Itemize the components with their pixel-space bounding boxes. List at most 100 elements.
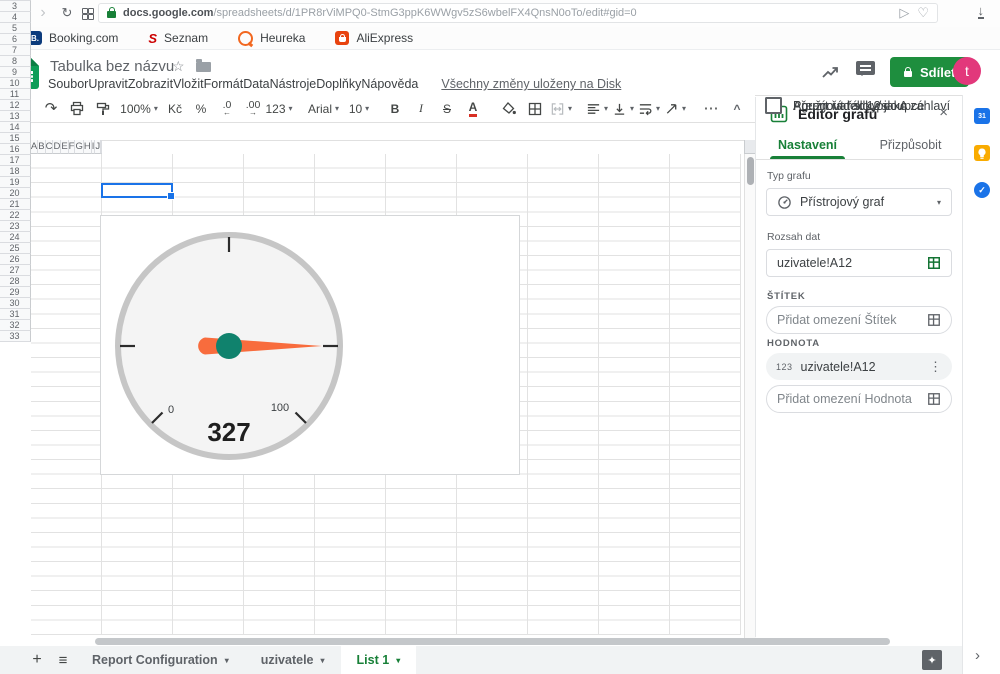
redo-button[interactable]: ↷ [38, 98, 64, 120]
panel-tab[interactable]: NastaveníPřizpůsobit [756, 131, 962, 159]
vertical-scrollbar-thumb[interactable] [747, 157, 754, 185]
avatar[interactable]: t [953, 57, 981, 85]
menu-item[interactable]: Nástroje [270, 77, 317, 91]
address-bar[interactable]: docs.google.com/spreadsheets/d/1PR8rViMP… [98, 3, 938, 23]
star-icon[interactable]: ☆ [172, 58, 185, 75]
column-header[interactable]: B [38, 140, 45, 154]
menu-item[interactable]: Zobrazit [128, 77, 173, 91]
increase-decimal-button[interactable]: .00→ [240, 98, 266, 120]
chart-type-select[interactable]: Přístrojový graf ▾ [766, 188, 952, 216]
paint-format-button[interactable] [90, 98, 116, 120]
column-header[interactable]: F [69, 140, 76, 154]
more-formats-button[interactable]: 123▾ [266, 98, 292, 120]
borders-button[interactable] [522, 98, 548, 120]
sheet-tab[interactable]: List 1 ▾ [341, 646, 417, 674]
select-range-icon[interactable] [927, 256, 941, 270]
all-sheets-menu-icon[interactable]: ≡ [50, 646, 76, 674]
add-label-field[interactable]: Přidat omezení Štítek [766, 306, 952, 334]
row-header[interactable]: 30 [0, 298, 31, 309]
reload-icon[interactable]: ↻ [56, 1, 78, 25]
speed-dial-icon[interactable] [82, 8, 92, 18]
column-header[interactable]: A [31, 140, 38, 154]
row-header[interactable]: 10 [0, 78, 31, 89]
menu-item[interactable]: Upravit [88, 77, 128, 91]
more-toolbar-button[interactable]: ⋯ [698, 98, 724, 120]
decrease-decimal-button[interactable]: .0← [214, 98, 240, 120]
keep-icon[interactable] [974, 145, 990, 161]
row-header[interactable]: 28 [0, 276, 31, 287]
select-range-icon[interactable] [927, 313, 941, 327]
row-header[interactable]: 3 [0, 1, 31, 12]
row-header[interactable]: 16 [0, 144, 31, 155]
insights-icon[interactable] [820, 62, 840, 82]
row-header[interactable]: 5 [0, 23, 31, 34]
value-chip[interactable]: 123 uzivatele!A12 ⋮ [766, 353, 952, 380]
fill-color-button[interactable] [496, 98, 522, 120]
row-header[interactable]: 26 [0, 254, 31, 265]
vertical-align-button[interactable]: ▾ [610, 98, 636, 120]
font-size-select[interactable]: 10▾ [346, 98, 372, 120]
row-header[interactable]: 15 [0, 133, 31, 144]
column-header[interactable]: E [61, 140, 68, 154]
tasks-icon[interactable]: ✓ [974, 182, 990, 198]
row-header[interactable]: 21 [0, 199, 31, 210]
gauge-chart[interactable]: 0 100 327 [100, 215, 520, 475]
text-rotation-button[interactable]: ▾ [662, 98, 688, 120]
bold-button[interactable]: B [382, 98, 408, 120]
row-header[interactable]: 20 [0, 188, 31, 199]
column-header[interactable]: ABCDEFGHIJ [31, 140, 102, 154]
italic-button[interactable]: I [408, 98, 434, 120]
selected-cell[interactable] [101, 183, 173, 199]
collapse-toolbar-button[interactable]: ^ [724, 98, 750, 120]
select-range-icon[interactable] [927, 392, 941, 406]
share-page-icon[interactable]: ▷ [899, 5, 909, 21]
checkbox-row[interactable]: Agregovat sloupec A [765, 97, 908, 114]
document-title[interactable]: Tabulka bez názvu [50, 58, 174, 75]
forward-icon[interactable]: › [32, 1, 54, 25]
menu-item[interactable]: Vložit [173, 77, 204, 91]
data-range-input[interactable]: uzivatele!A12 [766, 249, 952, 277]
row-header[interactable]: 31 [0, 309, 31, 320]
row-header[interactable]: 27 [0, 265, 31, 276]
row-header[interactable]: 33 [0, 331, 31, 342]
menu-item[interactable]: Data [243, 77, 269, 91]
row-header[interactable]: 29 [0, 287, 31, 298]
menu-item[interactable]: Formát [204, 77, 244, 91]
horizontal-scrollbar-thumb[interactable] [95, 638, 890, 645]
kebab-menu-icon[interactable]: ⋮ [929, 359, 942, 375]
bookmark-booking[interactable]: B. Booking.com [28, 31, 118, 45]
text-color-button[interactable]: A [460, 98, 486, 120]
format-currency-button[interactable]: Kč [162, 98, 188, 120]
menu-item[interactable]: Nápověda [361, 77, 418, 91]
row-header[interactable]: 19 [0, 177, 31, 188]
column-header[interactable]: G [75, 140, 83, 154]
calendar-icon[interactable]: 31 [974, 108, 990, 124]
column-header[interactable]: H [84, 140, 92, 154]
bookmark-heureka[interactable]: Heureka [238, 31, 305, 46]
row-header[interactable]: 32 [0, 320, 31, 331]
add-value-field[interactable]: Přidat omezení Hodnota [766, 385, 952, 413]
column-header[interactable]: D [53, 140, 61, 154]
row-header[interactable]: 8 [0, 56, 31, 67]
sheet-tab[interactable]: uzivatele ▾ [245, 646, 341, 674]
bookmark-heart-icon[interactable]: ♡ [917, 5, 929, 21]
horizontal-align-button[interactable]: ▾ [584, 98, 610, 120]
text-wrap-button[interactable]: ▾ [636, 98, 662, 120]
comment-history-icon[interactable] [856, 61, 875, 75]
menu-item[interactable]: Doplňky [316, 77, 361, 91]
print-button[interactable] [64, 98, 90, 120]
save-status-link[interactable]: Všechny změny uloženy na Disk [441, 77, 621, 91]
row-header[interactable]: 13 [0, 111, 31, 122]
panel-tab[interactable]: Přizpůsobit [859, 131, 962, 159]
row-header[interactable]: 17 [0, 155, 31, 166]
menu-item[interactable]: Soubor [48, 77, 88, 91]
row-header[interactable]: 9 [0, 67, 31, 78]
strikethrough-button[interactable]: S [434, 98, 460, 120]
sheet-tab[interactable]: Report Configuration ▾ [76, 646, 245, 674]
add-sheet-button[interactable]: + [24, 646, 50, 674]
row-header[interactable]: 23 [0, 221, 31, 232]
row-header[interactable]: 11 [0, 89, 31, 100]
collapse-rail-icon[interactable]: › [975, 647, 980, 664]
row-header[interactable]: 4 [0, 12, 31, 23]
format-percent-button[interactable]: % [188, 98, 214, 120]
